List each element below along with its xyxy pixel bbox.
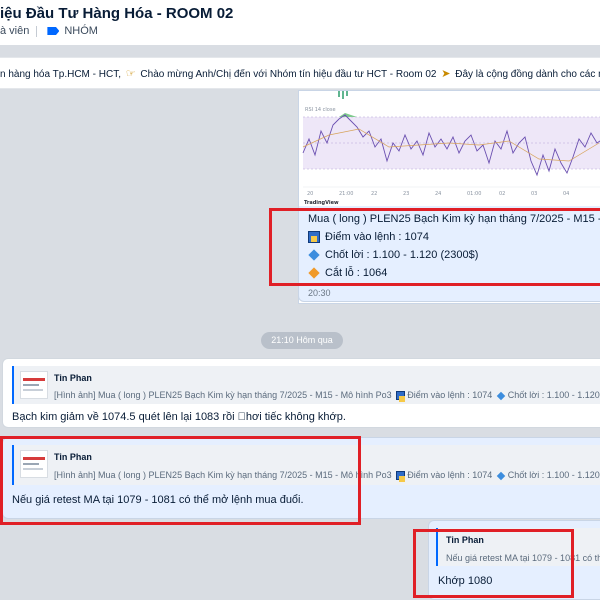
- tick-label: 23: [403, 191, 409, 197]
- announcement-part-1: n hàng hóa Tp.HCM - HCT,: [0, 69, 121, 80]
- date-separator: 21:10 Hôm qua: [261, 332, 343, 349]
- tick-label: 20: [307, 191, 313, 197]
- entry-icon: [396, 391, 406, 403]
- message-text: Bạch kim giảm về 1074.5 quét lên lại 108…: [12, 411, 346, 423]
- quote-thumbnail: [20, 371, 48, 399]
- message-bubble[interactable]: Tin Phan [Hình ảnh] Mua ( long ) PLEN25 …: [2, 358, 600, 428]
- tick-label: 24: [435, 191, 441, 197]
- message-list[interactable]: RSI 14 close 20 21:00 22 23 24 01:00 02 …: [0, 90, 600, 600]
- header-subinfo: à viên NHÓM: [0, 25, 98, 37]
- message-time: 20:30: [308, 288, 331, 298]
- tag-icon: [47, 27, 60, 35]
- tick-label: 22: [371, 191, 377, 197]
- tick-label: 01:00: [467, 191, 481, 197]
- highlight-box: [0, 436, 361, 525]
- highlight-box: [269, 208, 600, 286]
- reply-quote[interactable]: Tin Phan [Hình ảnh] Mua ( long ) PLEN25 …: [12, 366, 600, 404]
- members-link[interactable]: à viên: [0, 25, 29, 37]
- entry-icon: [396, 471, 406, 483]
- tick-label: 02: [499, 191, 505, 197]
- quote-sender: Tin Phan: [54, 373, 92, 383]
- indicator-label: RSI 14 close: [305, 107, 336, 113]
- chat-header: iệu Đầu Tư Hàng Hóa - ROOM 02 à viên NHÓ…: [0, 0, 600, 45]
- divider: [36, 25, 38, 37]
- tick-label: 04: [563, 191, 569, 197]
- chart-graphic: RSI 14 close 20 21:00 22 23 24 01:00 02 …: [299, 91, 600, 207]
- group-tag[interactable]: NHÓM: [64, 25, 98, 37]
- tick-label: 21:00: [339, 191, 353, 197]
- announcement-part-3: Đây là cộng đồng dành cho các nhà đầu tư: [455, 69, 600, 80]
- diamond-icon: [496, 391, 506, 400]
- pointing-hand-icon: ☞: [125, 68, 136, 80]
- highlight-box: [413, 529, 574, 598]
- group-title[interactable]: iệu Đầu Tư Hàng Hóa - ROOM 02: [0, 5, 233, 22]
- announcement-part-2: Chào mừng Anh/Chị đến với Nhóm tín hiệu …: [140, 69, 437, 80]
- tick-label: 03: [531, 191, 537, 197]
- rocket-icon: ➤: [441, 68, 451, 80]
- pinned-announcement[interactable]: n hàng hóa Tp.HCM - HCT, ☞ Chào mừng Anh…: [0, 57, 600, 89]
- quote-text: [Hình ảnh] Mua ( long ) PLEN25 Bạch Kim …: [54, 390, 600, 403]
- diamond-icon: [496, 471, 506, 480]
- announcement-text: n hàng hóa Tp.HCM - HCT, ☞ Chào mừng Anh…: [0, 67, 600, 80]
